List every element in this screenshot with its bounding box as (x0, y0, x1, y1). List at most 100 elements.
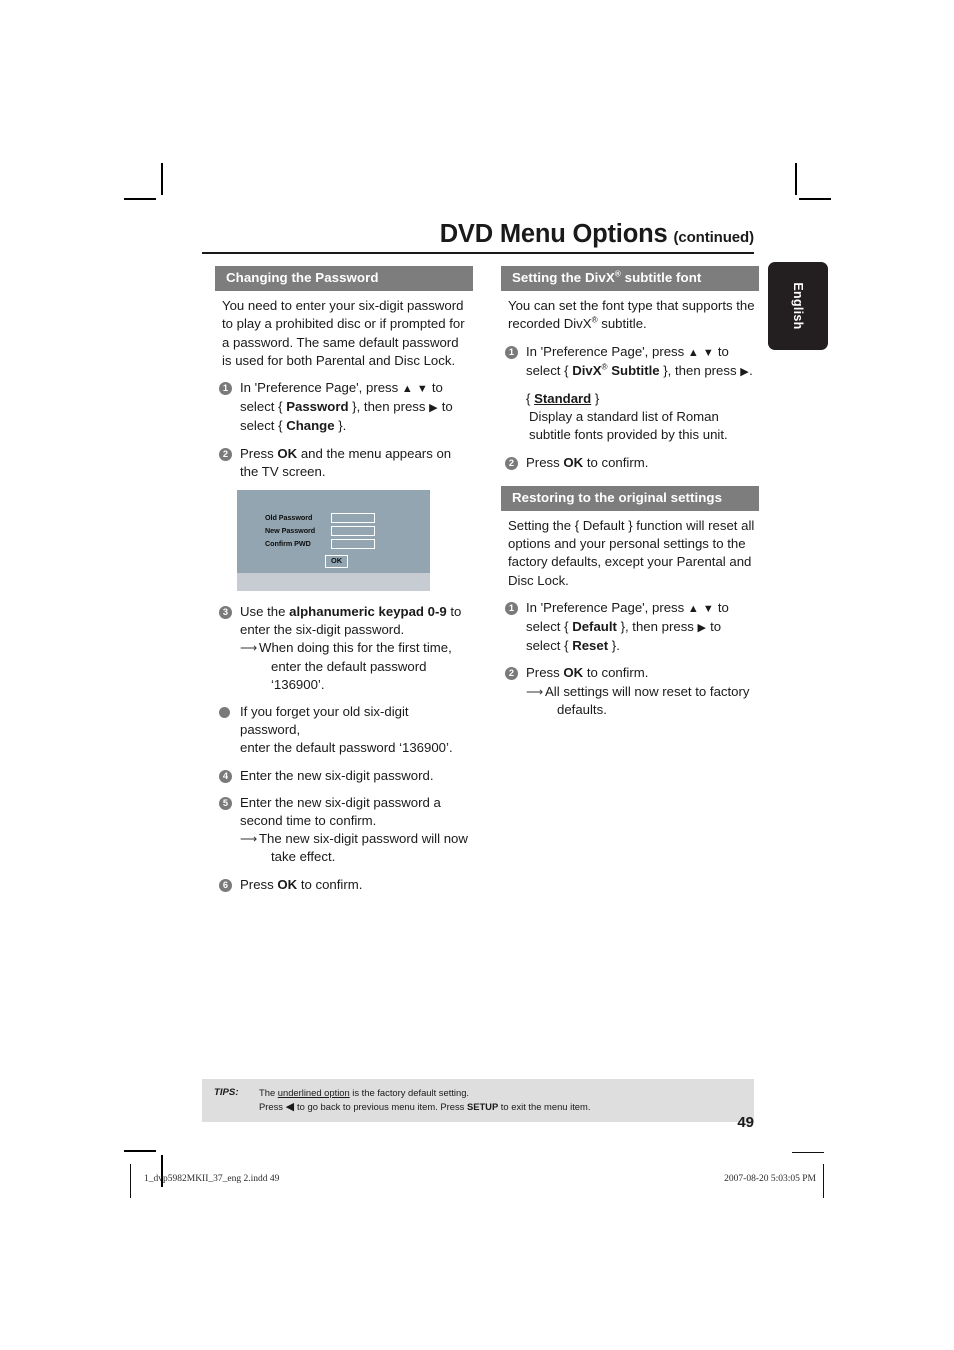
divx-step-2: 2 Press OK to confirm. (501, 454, 757, 472)
left-column: Changing the Password You need to enter … (215, 266, 473, 903)
step-note-line: enter the default password ‘136900’. (271, 658, 427, 692)
step-text-part: In 'Preference Page', press (526, 599, 688, 615)
down-arrow-icon: ▼ (702, 346, 715, 359)
step-text-part: . (749, 362, 753, 378)
restore-step-2-note: ⟶ All settings will now reset to factory… (526, 683, 757, 719)
step-number: 4 (219, 769, 232, 783)
page-title: DVD Menu Options (continued) (202, 220, 754, 251)
option-change: Change (286, 418, 335, 434)
bullet-dot-icon (219, 707, 230, 719)
divx-subtitle-intro: You can set the font type that supports … (501, 297, 757, 333)
option-divx: DivX (572, 362, 602, 378)
right-arrow-icon: ▶ (429, 402, 439, 415)
up-arrow-icon: ▲ (401, 383, 414, 396)
step-text: In 'Preference Page', press ▲ ▼ to selec… (526, 600, 729, 653)
page-title-continued: (continued) (673, 229, 754, 246)
step-text: Press OK and the menu appears on the TV … (240, 446, 451, 479)
crop-mark-footer-left-vertical (130, 1164, 131, 1198)
crop-mark-top-left-horizontal (124, 198, 156, 200)
step-text-part: { (564, 362, 573, 378)
step-text-part: In 'Preference Page', press (526, 343, 688, 359)
step-note-line: take effect. (271, 849, 336, 865)
divx-option-standard: { Standard } Display a standard list of … (501, 390, 757, 445)
step-text-part: Press (240, 876, 278, 892)
step-text: Enter the new six-digit password a secon… (240, 794, 441, 829)
step-note-line: The new six-digit password will now (259, 831, 468, 847)
option-default: Default (572, 619, 617, 635)
down-arrow-icon: ▼ (416, 383, 429, 396)
step-number: 2 (219, 447, 232, 461)
bullet-line: If you forget your old six-digit passwor… (240, 704, 409, 738)
forgot-password-note: If you forget your old six-digit passwor… (215, 703, 471, 758)
confirm-password-label: Confirm PWD (265, 538, 311, 548)
ok-button[interactable]: OK (325, 555, 349, 569)
option-reset: Reset (572, 638, 609, 654)
arrow-icon: ⟶ (240, 641, 258, 656)
tips-text-part: is the factory default setting. (349, 1087, 470, 1098)
password-row-confirm: Confirm PWD (265, 538, 375, 550)
step-text-part: Use the (240, 604, 290, 620)
right-arrow-icon: ▶ (740, 365, 750, 378)
language-tab: English (768, 262, 828, 350)
step-text-part: { (278, 399, 287, 415)
button-ok: OK (277, 445, 298, 461)
step-note-line: All settings will now reset to factory (545, 683, 750, 699)
step-text: In 'Preference Page', press ▲ ▼ to selec… (240, 380, 453, 433)
step-number: 1 (219, 382, 232, 396)
confirm-password-input[interactable] (331, 538, 375, 549)
option-standard-desc: Display a standard list of Roman subtitl… (529, 409, 728, 443)
step-6-press-ok: 6 Press OK to confirm. (215, 876, 471, 894)
restoring-intro: Setting the { Default } function will re… (508, 518, 755, 588)
page-number: 49 (737, 1114, 754, 1131)
new-password-input[interactable] (331, 525, 375, 536)
step-text: Press OK to confirm. (240, 877, 362, 892)
step-number: 3 (219, 606, 232, 620)
step-text-part: }. (608, 638, 620, 654)
step-text: Enter the new six-digit password. (240, 767, 434, 783)
step-text-part: Press (240, 445, 278, 461)
print-footer-timestamp: 2007-08-20 5:03:05 PM (724, 1174, 816, 1184)
section-title-part: Setting the DivX (512, 270, 615, 285)
tv-screen-main: Old Password New Password Confirm PWD OK (237, 490, 430, 574)
step-3-keypad: 3 Use the alphanumeric keypad 0-9 to ent… (215, 603, 471, 694)
step-1-password: 1 In 'Preference Page', press ▲ ▼ to sel… (215, 379, 471, 436)
step-text-part: to confirm. (297, 876, 363, 892)
step-text-part: }, then press (348, 399, 430, 415)
restore-step-2: 2 Press OK to confirm. ⟶ All settings wi… (501, 664, 757, 719)
tips-label: TIPS: (214, 1087, 239, 1098)
tips-content: TIPS: The underlined option is the facto… (202, 1086, 754, 1114)
option-password: Password (286, 399, 349, 415)
old-password-input[interactable] (331, 512, 375, 523)
brace-open: { (526, 391, 535, 407)
header-rule (202, 251, 754, 254)
page-title-main: DVD Menu Options (439, 220, 668, 248)
language-tab-label: English (791, 282, 805, 330)
print-footer: 1_dvp5982MKII_37_eng 2.indd 49 2007-08-2… (130, 1152, 824, 1202)
step-text-part: In 'Preference Page', press (240, 380, 402, 396)
step-2-press-ok: 2 Press OK and the menu appears on the T… (215, 445, 471, 481)
step-text: Press OK to confirm. (526, 455, 648, 470)
control-alphanumeric-keypad: alphanumeric keypad 0-9 (289, 604, 447, 620)
step-note-line: When doing this for the first time, (259, 640, 452, 656)
tips-line-1: The underlined option is the factory def… (259, 1086, 754, 1100)
bullet-line: enter the default password ‘136900’. (240, 740, 453, 756)
step-number: 2 (505, 667, 518, 681)
step-text-part: }, then press (616, 619, 698, 635)
button-ok: OK (563, 454, 584, 470)
print-footer-filename: 1_dvp5982MKII_37_eng 2.indd 49 (144, 1174, 280, 1184)
tv-screen-mock: Old Password New Password Confirm PWD OK (237, 490, 430, 592)
button-setup: SETUP (466, 1101, 499, 1112)
right-column: Setting the DivX® subtitle font You can … (501, 266, 759, 728)
option-standard-line: { Standard } (526, 391, 599, 406)
option-standard: Standard (534, 391, 592, 407)
tips-text-part: The (259, 1087, 278, 1098)
tips-box: TIPS: The underlined option is the facto… (202, 1079, 754, 1122)
button-ok: OK (563, 665, 584, 681)
step-text-part: }, then press (659, 362, 741, 378)
step-text: Press OK to confirm. (526, 665, 648, 680)
tv-screen-base (237, 573, 430, 592)
step-5-confirm-new-password: 5 Enter the new six-digit password a sec… (215, 794, 471, 867)
crop-mark-footer-right-vertical (823, 1164, 824, 1198)
up-arrow-icon: ▲ (687, 602, 700, 615)
crop-mark-bottom-left-horizontal (124, 1150, 156, 1152)
